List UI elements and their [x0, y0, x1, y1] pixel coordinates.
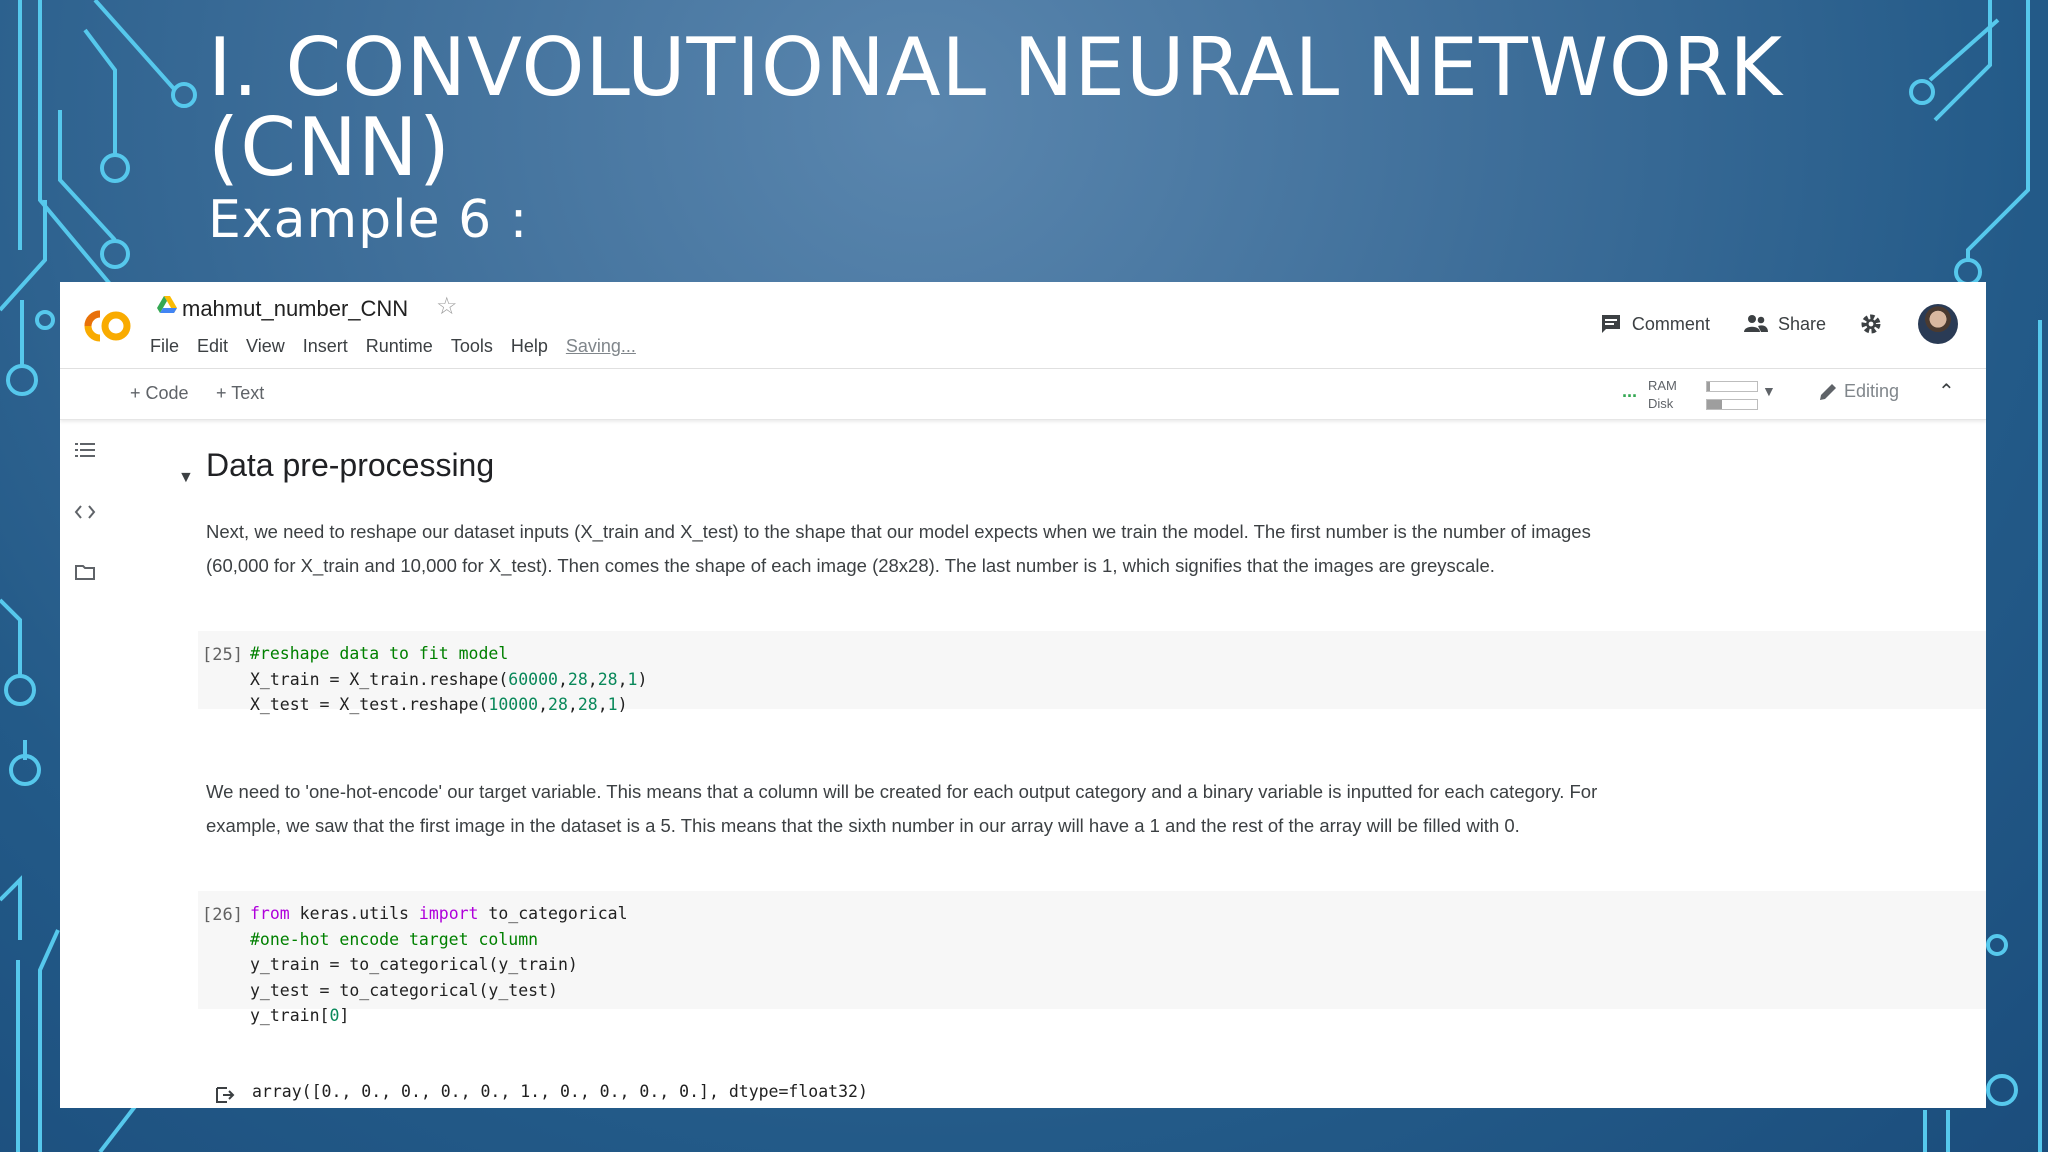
- pencil-icon: [1820, 383, 1836, 400]
- code-line: X_test = X_test.reshape(10000,28,28,1): [250, 692, 647, 718]
- comment-button[interactable]: Comment: [1600, 313, 1710, 335]
- cell-prompt: [26]: [202, 905, 243, 925]
- code-token: 28: [567, 669, 588, 689]
- ram-bar-fill: [1707, 382, 1710, 391]
- code-line: X_train = X_train.reshape(60000,28,28,1): [250, 667, 647, 693]
- colab-window: mahmut_number_CNN ☆ File Edit View Inser…: [60, 282, 1986, 1108]
- section-collapse-icon[interactable]: ▼: [178, 469, 194, 487]
- settings-button[interactable]: [1860, 313, 1892, 335]
- code-token: X_test = X_test.reshape(: [250, 695, 489, 714]
- menu-file[interactable]: File: [150, 336, 179, 357]
- text-cell-reshape: Next, we need to reshape our dataset inp…: [206, 521, 1591, 576]
- code-token: y_train[: [250, 1006, 330, 1025]
- collapse-header-icon[interactable]: ⌃: [1938, 379, 1955, 404]
- notebook-title[interactable]: mahmut_number_CNN: [182, 296, 408, 322]
- output-icon[interactable]: [214, 1085, 236, 1105]
- resource-monitor[interactable]: ··· RAM Disk: [1622, 377, 1772, 413]
- menu-bar: File Edit View Insert Runtime Tools Help…: [150, 336, 654, 357]
- code-snippets-icon[interactable]: [74, 501, 96, 523]
- add-code-button[interactable]: + Code: [130, 383, 189, 404]
- left-sidebar: [60, 419, 110, 1108]
- code-line: from keras.utils import to_categorical: [250, 901, 628, 927]
- table-of-contents-icon[interactable]: [74, 439, 96, 461]
- code-token: ,: [597, 695, 608, 714]
- code-line: #one-hot encode target column: [250, 927, 628, 953]
- menu-insert[interactable]: Insert: [303, 336, 348, 357]
- code-editor[interactable]: from keras.utils import to_categorical #o…: [250, 901, 628, 1029]
- ram-bar: [1706, 381, 1758, 392]
- comment-icon: [1601, 315, 1620, 333]
- code-token: 1: [607, 695, 618, 714]
- cell-output: array([0., 0., 0., 0., 0., 1., 0., 0., 0…: [252, 1082, 868, 1101]
- code-line: y_train[0]: [250, 1003, 628, 1029]
- section-heading: Data pre-processing: [206, 447, 495, 483]
- code-token: 28: [548, 695, 568, 714]
- disk-bar: [1706, 399, 1758, 410]
- code-line: y_train = to_categorical(y_train): [250, 952, 628, 978]
- code-token: keras.utils: [289, 904, 419, 923]
- star-icon[interactable]: ☆: [436, 292, 458, 321]
- editing-mode-button[interactable]: Editing: [1818, 381, 1899, 402]
- slide-title: I. CONVOLUTIONAL NEURAL NETWORK (CNN): [208, 21, 1783, 194]
- code-token: ,: [567, 695, 578, 714]
- cell-prompt: [25]: [202, 645, 243, 665]
- saving-status[interactable]: Saving...: [566, 336, 636, 357]
- folder-icon[interactable]: [74, 561, 96, 583]
- code-token: #reshape data to fit model: [250, 644, 509, 663]
- code-token: 28: [577, 695, 598, 714]
- code-token: y_test = to_categorical(y_test): [250, 980, 558, 1000]
- colab-logo[interactable]: [78, 306, 134, 346]
- code-token: from: [250, 904, 290, 923]
- code-editor[interactable]: #reshape data to fit model X_train = X_tr…: [250, 641, 647, 718]
- user-avatar[interactable]: [1918, 304, 1958, 344]
- code-token: ): [617, 695, 628, 714]
- code-token: y_train = to_categorical(y_train): [250, 955, 578, 974]
- colab-header: mahmut_number_CNN ☆ File Edit View Inser…: [60, 282, 1986, 369]
- code-token: 28: [597, 669, 618, 689]
- menu-tools[interactable]: Tools: [451, 336, 493, 357]
- code-token: #one-hot encode target column: [250, 929, 539, 949]
- code-token: import: [418, 904, 479, 923]
- code-line: #reshape data to fit model: [250, 641, 647, 667]
- slide-subtitle: Example 6 :: [208, 190, 529, 250]
- code-token: ): [637, 669, 648, 689]
- menu-view[interactable]: View: [246, 336, 285, 357]
- ram-label: RAM: [1648, 378, 1677, 393]
- google-drive-icon: [157, 296, 177, 313]
- menu-help[interactable]: Help: [511, 336, 548, 357]
- caret-down-icon[interactable]: ▼: [1762, 383, 1776, 399]
- code-line: y_test = to_categorical(y_test): [250, 978, 628, 1004]
- notebook-content: ▼ Data pre-processing Next, we need to r…: [110, 419, 1986, 1108]
- code-token: ,: [617, 669, 628, 689]
- code-token: 60000: [508, 669, 558, 689]
- connected-dots-icon: ···: [1622, 386, 1638, 406]
- code-token: 0: [329, 1006, 340, 1025]
- code-token: ,: [557, 669, 568, 689]
- disk-label: Disk: [1648, 396, 1674, 411]
- code-token: ]: [339, 1006, 350, 1025]
- code-token: ,: [538, 695, 549, 714]
- code-token: 1: [627, 669, 638, 689]
- menu-edit[interactable]: Edit: [197, 336, 228, 357]
- share-button[interactable]: Share: [1743, 314, 1826, 335]
- menu-runtime[interactable]: Runtime: [366, 336, 433, 357]
- code-token: 10000: [488, 695, 539, 714]
- code-token: to_categorical: [478, 904, 628, 923]
- gear-icon: [1861, 314, 1881, 334]
- people-icon: [1743, 315, 1768, 332]
- header-actions: Comment Share: [1566, 304, 1958, 344]
- code-token: X_train = X_train.reshape(: [250, 669, 509, 689]
- add-text-button[interactable]: + Text: [216, 383, 264, 404]
- code-cell-26[interactable]: [26] from keras.utils import to_categori…: [198, 891, 1986, 1025]
- code-cell-25[interactable]: [25] #reshape data to fit model X_train =…: [198, 631, 1986, 714]
- text-cell-one-hot: We need to 'one-hot-encode' our target v…: [206, 781, 1598, 836]
- code-token: ,: [587, 669, 598, 689]
- disk-bar-fill: [1707, 400, 1722, 409]
- notebook-toolbar: + Code + Text ··· RAM Disk ▼ Editing ⌃: [60, 369, 1986, 420]
